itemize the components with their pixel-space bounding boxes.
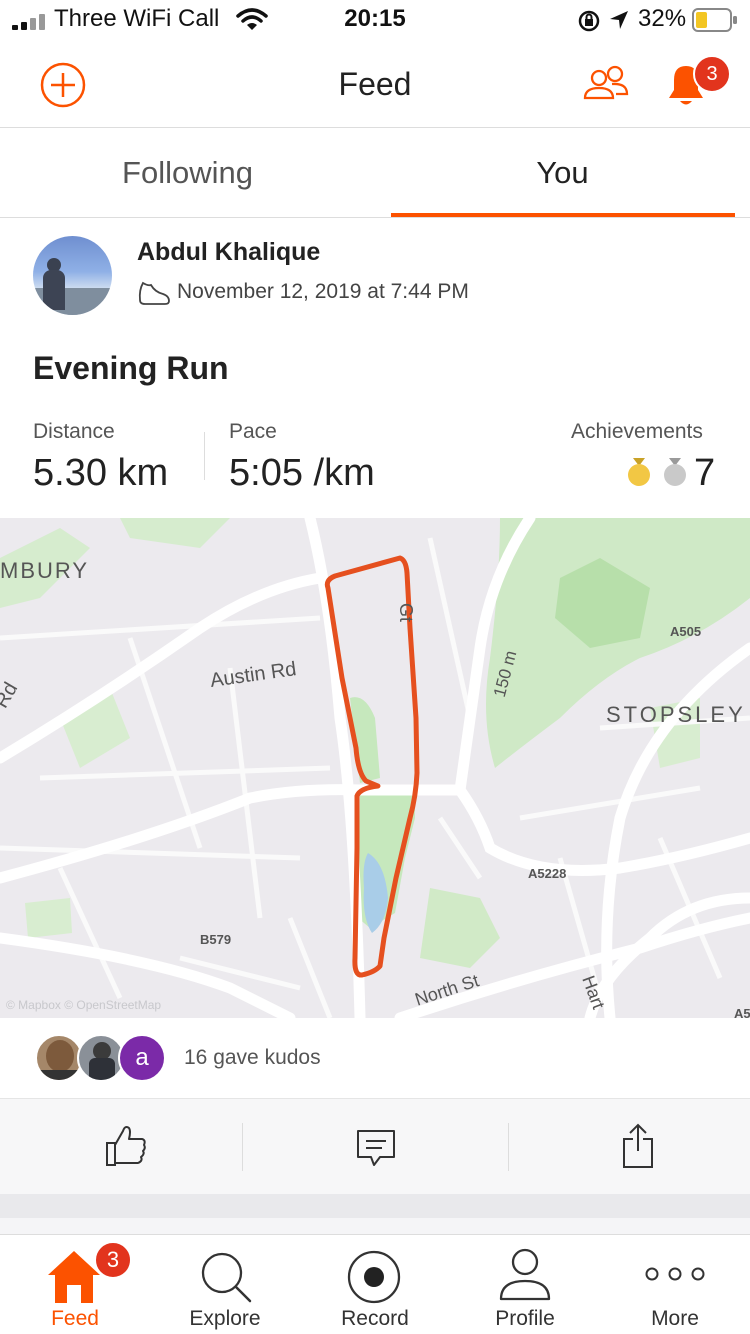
nav-profile-label: Profile [495,1307,555,1330]
distance-value: 5.30 km [33,452,169,494]
comment-button[interactable] [250,1099,500,1195]
map-attribution[interactable]: © Mapbox © OpenStreetMap [6,998,161,1012]
stat-divider [204,432,205,480]
location-arrow-icon [610,11,628,29]
share-icon [623,1123,653,1168]
action-divider [242,1123,243,1171]
app-header: Feed 3 [0,40,750,128]
feed-badge: 3 [94,1241,132,1279]
nav-more-label: More [651,1307,699,1330]
kudos-avatar-1 [35,1034,83,1082]
notification-badge: 3 [693,55,731,93]
kudos-avatar-initial: a [135,1044,149,1071]
route-map[interactable]: MBURY Austin Rd A505 STOPSLEY 150 m A522… [0,518,750,1018]
silver-medal-icon [664,458,686,486]
athlete-name[interactable]: Abdul Khalique [137,238,320,267]
activity-date: November 12, 2019 at 7:44 PM [177,280,469,303]
page-title: Feed [338,66,412,102]
profile-icon [499,1248,551,1301]
feed-separator [0,1194,750,1218]
map-label-b579: B579 [200,932,232,947]
nav-record-label: Record [341,1307,409,1330]
pace-label: Pace [229,420,277,443]
comment-icon [357,1130,395,1166]
find-friends-icon[interactable] [582,64,630,104]
achievements-label: Achievements [571,420,703,443]
more-dots-icon [645,1267,705,1281]
running-shoe-icon [138,281,170,305]
activity-actions [0,1098,750,1194]
achievements-count: 7 [694,452,716,494]
kudos-button[interactable] [0,1099,250,1195]
map-label-gt: Gt [396,602,417,623]
map-label-a5228: A5228 [528,866,567,881]
nav-profile[interactable]: Profile [450,1235,600,1334]
nav-feed-label: Feed [51,1307,99,1330]
gold-medal-icon [628,458,650,486]
tab-you[interactable]: You [375,129,750,217]
map-label-a505: A505 [670,624,702,639]
nav-feed[interactable]: 3 Feed [0,1235,150,1334]
feed-separator [0,1218,750,1234]
nav-explore[interactable]: Explore [150,1235,300,1334]
search-icon [201,1252,252,1303]
nav-record[interactable]: Record [300,1235,450,1334]
kudos-count[interactable]: 16 gave kudos [184,1046,321,1070]
share-button[interactable] [500,1099,750,1195]
record-icon [347,1250,401,1304]
thumbs-up-icon [106,1126,146,1166]
map-label-stopsley: STOPSLEY [606,702,746,727]
feed-tabs: Following You [0,129,750,218]
active-tab-indicator [391,213,735,217]
orientation-lock-icon [578,10,600,32]
status-bar: Three WiFi Call 20:15 32% [0,0,750,40]
pace-value: 5:05 /km [229,452,375,494]
activity-title[interactable]: Evening Run [33,350,229,387]
distance-label: Distance [33,420,115,443]
nav-more[interactable]: More [600,1235,750,1334]
bottom-nav: 3 Feed Explore Record Profile More [0,1234,750,1334]
athlete-avatar[interactable] [33,236,112,315]
tab-following[interactable]: Following [0,129,375,217]
kudos-row[interactable]: a 16 gave kudos [0,1018,750,1098]
map-canvas [0,518,750,1018]
battery-percent: 32% [638,5,687,32]
battery-icon [692,8,737,32]
map-label-bury: MBURY [0,558,90,583]
kudos-avatar-3: a [118,1034,166,1082]
nav-explore-label: Explore [189,1307,261,1330]
map-label-a5: A5 [734,1006,750,1018]
